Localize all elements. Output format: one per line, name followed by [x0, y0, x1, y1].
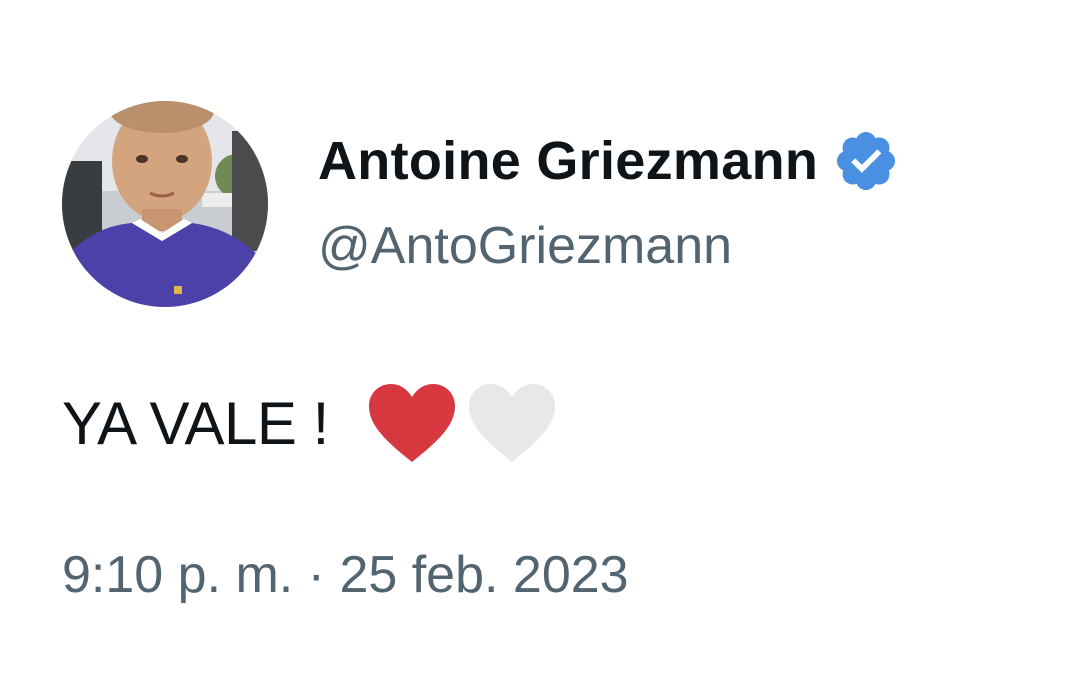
avatar-photo [62, 101, 268, 307]
author-name-row: Antoine Griezmann [318, 126, 900, 196]
verified-badge-icon[interactable] [832, 127, 900, 195]
author-handle[interactable]: @AntoGriezmann [318, 216, 732, 276]
display-name[interactable]: Antoine Griezmann [318, 130, 818, 192]
red-heart-icon [367, 382, 457, 464]
avatar[interactable] [62, 101, 268, 307]
tweet-timestamp[interactable]: 9:10 p. m. · 25 feb. 2023 [62, 545, 629, 605]
tweet-body: YA VALE ! [62, 378, 557, 468]
tweet-text: YA VALE ! [62, 389, 329, 457]
white-heart-icon [467, 382, 557, 464]
tweet-card: Antoine Griezmann @AntoGriezmann YA VALE… [0, 0, 1081, 675]
